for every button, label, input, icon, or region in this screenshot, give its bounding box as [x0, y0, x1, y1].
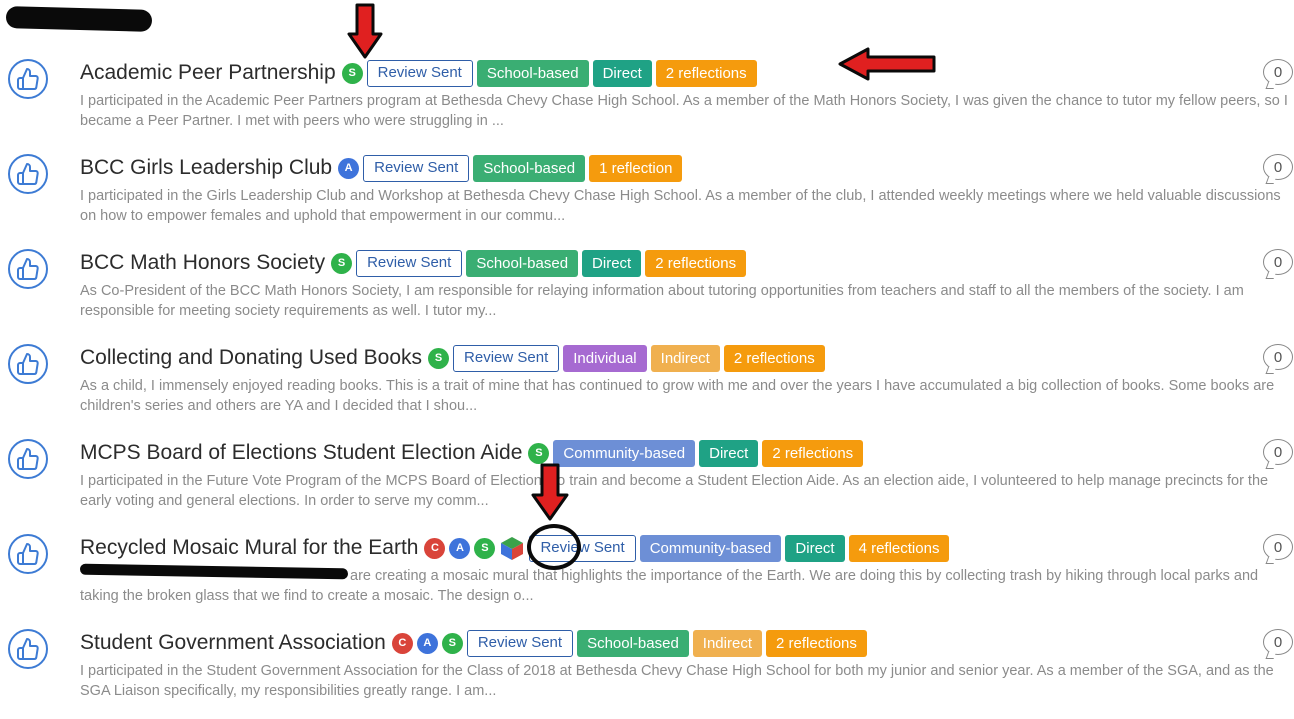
type-tag: Direct — [592, 59, 652, 87]
category-tag: School-based — [476, 59, 589, 87]
activity-title[interactable]: Collecting and Donating Used Books — [80, 346, 422, 370]
item-header: BCC Girls Leadership Club A Review Sent … — [80, 153, 683, 183]
activity-item: BCC Girls Leadership Club A Review Sent … — [0, 149, 1294, 244]
status-badge-s: S — [441, 632, 463, 654]
status-badge-c: C — [391, 632, 413, 654]
comment-count[interactable]: 0 — [1263, 154, 1293, 180]
thumbs-up-icon — [17, 543, 39, 565]
comment-count[interactable]: 0 — [1263, 344, 1293, 370]
red-arrow-icon — [838, 47, 936, 81]
item-header: Collecting and Donating Used Books S Rev… — [80, 343, 825, 373]
thumbs-up-icon — [17, 353, 39, 375]
activity-description: I participated in the Student Government… — [80, 663, 1274, 699]
status-badge-s: S — [474, 537, 496, 559]
activity-description: As a child, I immensely enjoyed reading … — [80, 378, 1275, 414]
type-tag: Direct — [582, 249, 642, 277]
type-tag: Direct — [699, 439, 759, 467]
activity-item: Academic Peer Partnership S Review Sent … — [0, 54, 1294, 149]
item-header: Student Government Association C A S Rev… — [80, 628, 867, 658]
comment-count[interactable]: 0 — [1263, 439, 1293, 465]
activity-title[interactable]: MCPS Board of Elections Student Election… — [80, 441, 522, 465]
like-button[interactable] — [8, 534, 48, 574]
activity-description: I participated in the Academic Peer Part… — [80, 93, 1288, 129]
like-button[interactable] — [8, 439, 48, 479]
activity-title[interactable]: BCC Math Honors Society — [80, 251, 325, 275]
review-sent-tag[interactable]: Review Sent — [356, 249, 463, 277]
activity-item: Collecting and Donating Used Books S Rev… — [0, 339, 1294, 434]
category-tag: Individual — [563, 344, 647, 372]
thumbs-up-icon — [17, 638, 39, 660]
like-button[interactable] — [8, 154, 48, 194]
comment-count[interactable]: 0 — [1263, 629, 1293, 655]
review-sent-tag[interactable]: Review Sent — [366, 59, 473, 87]
red-arrow-icon — [347, 3, 383, 59]
activity-item: MCPS Board of Elections Student Election… — [0, 434, 1294, 529]
review-sent-tag[interactable]: Review Sent — [466, 629, 574, 657]
reflections-tag[interactable]: 4 reflections — [848, 534, 950, 562]
activity-title[interactable]: BCC Girls Leadership Club — [80, 156, 332, 180]
like-button[interactable] — [8, 344, 48, 384]
activity-title[interactable]: Recycled Mosaic Mural for the Earth — [80, 536, 418, 560]
item-header: BCC Math Honors Society S Review Sent Sc… — [80, 248, 747, 278]
review-sent-tag[interactable]: Review Sent — [363, 154, 470, 182]
status-badge-s: S — [528, 442, 550, 464]
category-tag: School-based — [473, 154, 586, 182]
status-badge-s: S — [428, 347, 450, 369]
colored-cube-icon[interactable] — [499, 535, 525, 561]
activity-list: Academic Peer Partnership S Review Sent … — [0, 54, 1294, 719]
red-arrow-icon — [531, 463, 569, 521]
activity-description: I participated in the Girls Leadership C… — [80, 188, 1281, 224]
reflections-tag[interactable]: 2 reflections — [723, 344, 825, 372]
category-tag: Community-based — [639, 534, 782, 562]
like-button[interactable] — [8, 629, 48, 669]
thumbs-up-icon — [17, 448, 39, 470]
status-badge-c: C — [424, 537, 446, 559]
reflections-tag[interactable]: 1 reflection — [589, 154, 683, 182]
thumbs-up-icon — [17, 68, 39, 90]
category-tag: School-based — [577, 629, 689, 657]
status-badge-a: A — [338, 157, 360, 179]
comment-count[interactable]: 0 — [1263, 534, 1293, 560]
annotation-circle — [527, 524, 581, 570]
type-tag: Indirect — [692, 629, 762, 657]
review-sent-tag[interactable]: Review Sent — [453, 344, 560, 372]
thumbs-up-icon — [17, 163, 39, 185]
category-tag: Community-based — [553, 439, 696, 467]
status-badge-s: S — [331, 252, 353, 274]
like-button[interactable] — [8, 249, 48, 289]
category-tag: School-based — [466, 249, 579, 277]
like-button[interactable] — [8, 59, 48, 99]
reflections-tag[interactable]: 2 reflections — [655, 59, 757, 87]
activity-description: I participated in the Future Vote Progra… — [80, 473, 1269, 509]
reflections-tag[interactable]: 2 reflections — [762, 439, 864, 467]
comment-count[interactable]: 0 — [1263, 59, 1293, 85]
activity-title[interactable]: Student Government Association — [80, 631, 386, 655]
redaction-mark-top — [5, 6, 153, 32]
item-header: MCPS Board of Elections Student Election… — [80, 438, 864, 468]
comment-count[interactable]: 0 — [1263, 249, 1293, 275]
status-badge-a: A — [449, 537, 471, 559]
item-header: Academic Peer Partnership S Review Sent … — [80, 58, 757, 88]
item-header: Recycled Mosaic Mural for the Earth C A … — [80, 533, 950, 563]
activity-description: As Co-President of the BCC Math Honors S… — [80, 283, 1244, 319]
thumbs-up-icon — [17, 258, 39, 280]
reflections-tag[interactable]: 2 reflections — [645, 249, 747, 277]
reflections-tag[interactable]: 2 reflections — [766, 629, 867, 657]
status-badge-a: A — [416, 632, 438, 654]
activity-title[interactable]: Academic Peer Partnership — [80, 61, 336, 85]
activity-item: BCC Math Honors Society S Review Sent Sc… — [0, 244, 1294, 339]
status-badge-s: S — [341, 62, 363, 84]
type-tag: Direct — [785, 534, 845, 562]
type-tag: Indirect — [650, 344, 720, 372]
